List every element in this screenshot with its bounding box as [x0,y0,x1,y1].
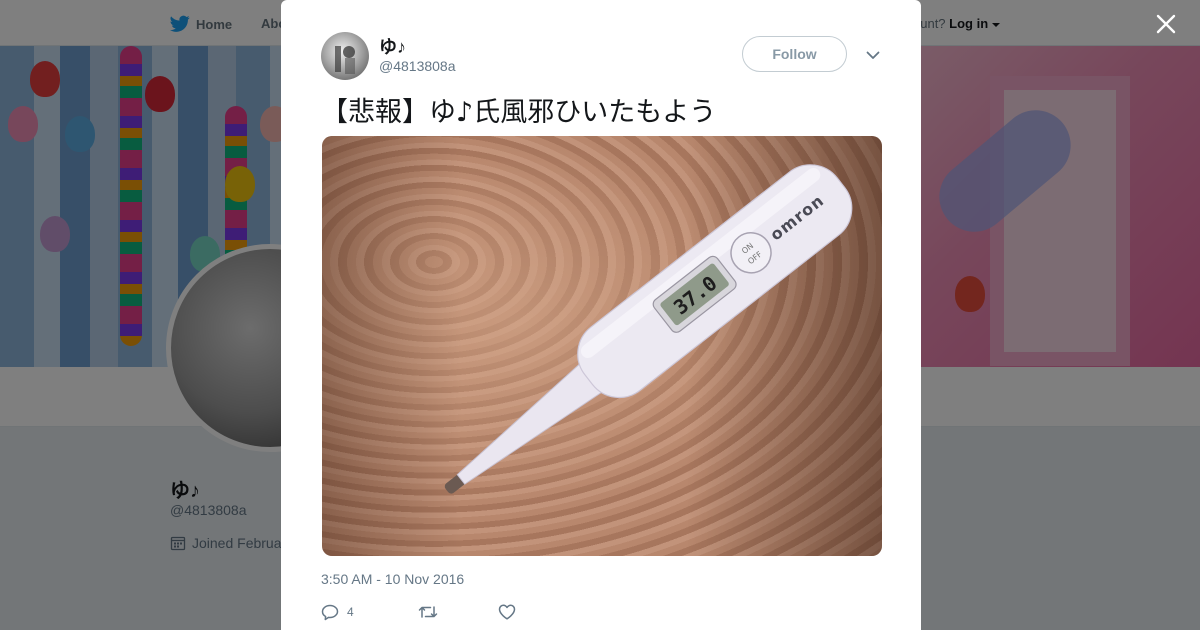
author-name[interactable]: ゆ♪ [379,33,406,59]
tweet-timestamp[interactable]: 3:50 AM - 10 Nov 2016 [321,571,464,587]
tweet-actions: 4 [321,601,554,623]
avatar-photo [335,46,355,74]
follow-button[interactable]: Follow [742,36,847,72]
close-icon [1156,14,1176,34]
tweet-modal: ゆ♪ @4813808a Follow 【悲報】ゆ♪氏風邪ひいたもよう 37.0 [281,0,921,630]
author-handle[interactable]: @4813808a [379,58,456,74]
reply-button[interactable]: 4 [321,604,354,621]
like-button[interactable] [498,604,516,620]
thermometer-image: 37.0 ON OFF omron [444,164,853,494]
tweet-options-button[interactable] [863,46,883,64]
thermometer-stem [456,362,604,485]
close-modal-button[interactable] [1152,10,1180,38]
author-avatar[interactable] [321,32,369,80]
tweet-photo[interactable]: 37.0 ON OFF omron [322,136,882,556]
chevron-down-icon [866,51,880,59]
reply-icon [321,604,339,620]
retweet-button[interactable] [418,604,438,620]
retweet-icon [418,606,437,618]
heart-icon [498,604,515,620]
tweet-text: 【悲報】ゆ♪氏風邪ひいたもよう [321,97,717,128]
reply-count: 4 [347,605,354,619]
